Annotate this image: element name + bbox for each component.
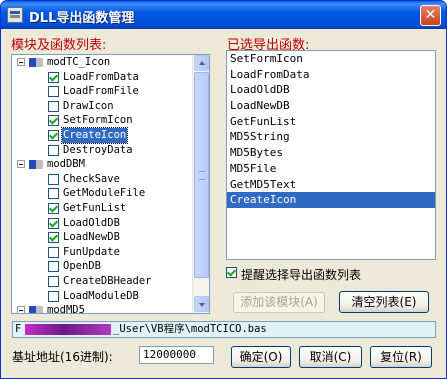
- module-icon: [29, 305, 43, 313]
- title-bar[interactable]: DLL导出函数管理 ✕: [1, 1, 446, 29]
- path-redaction: [25, 324, 111, 335]
- function-checkbox[interactable]: [48, 173, 59, 185]
- tree-function-row[interactable]: LoadFromData: [12, 70, 193, 85]
- app-icon: [7, 7, 23, 23]
- tree-item-label: CreateIcon: [60, 126, 129, 144]
- collapse-icon[interactable]: [17, 160, 25, 169]
- tree-item-label: CreateDBHeader: [63, 274, 152, 287]
- tree-function-row[interactable]: CheckSave: [12, 172, 193, 187]
- tree-function-row[interactable]: LoadModuleDB: [12, 289, 193, 304]
- collapse-icon[interactable]: [17, 58, 25, 66]
- module-function-list-label: 模块及函数列表:: [11, 38, 107, 53]
- tree-module-row[interactable]: modDBM: [12, 157, 193, 172]
- tree-content: modTC_Icon LoadFromData LoadFromFile DrawIc…: [12, 55, 193, 313]
- tree-item-label: LoadNewDB: [63, 231, 120, 244]
- tree-function-row[interactable]: LoadNewDB: [12, 230, 193, 245]
- path-prefix: F: [15, 323, 22, 335]
- function-checkbox[interactable]: [48, 275, 59, 287]
- export-list-item[interactable]: MD5File: [227, 161, 435, 177]
- tree-item-label: LoadFromFile: [63, 85, 139, 98]
- cancel-button[interactable]: 取消(C): [299, 346, 362, 368]
- tree-function-row[interactable]: DestroyData: [12, 143, 193, 158]
- reset-button[interactable]: 复位(R): [370, 346, 432, 368]
- function-checkbox[interactable]: [48, 129, 59, 141]
- export-list-item[interactable]: GetFunList: [227, 114, 435, 130]
- tree-function-row[interactable]: SetFormIcon: [12, 113, 193, 128]
- tree-item-label: GetModuleFile: [63, 187, 146, 200]
- tree-item-label: LoadOldDB: [63, 216, 120, 229]
- function-checkbox[interactable]: [48, 246, 59, 258]
- module-function-tree[interactable]: modTC_Icon LoadFromData LoadFromFile DrawIc…: [11, 54, 210, 314]
- clear-list-button[interactable]: 清空列表(E): [339, 291, 429, 313]
- tree-function-row[interactable]: DrawIcon: [12, 99, 193, 114]
- tree-item-label: modTC_Icon: [47, 56, 111, 68]
- function-checkbox[interactable]: [48, 202, 59, 214]
- export-list-item[interactable]: CreateIcon: [227, 192, 435, 208]
- tree-item-label: DrawIcon: [63, 99, 114, 112]
- add-module-button[interactable]: 添加该模块(A): [233, 292, 325, 313]
- tree-function-row[interactable]: CreateDBHeader: [12, 274, 193, 289]
- tree-function-row[interactable]: CreateIcon: [12, 126, 193, 144]
- tree-item-label: DestroyData: [63, 143, 133, 156]
- function-checkbox[interactable]: [48, 100, 59, 112]
- module-path-bar: F _User\VB程序\modTCICO.bas: [12, 321, 436, 338]
- collapse-icon[interactable]: [17, 306, 25, 313]
- export-list-item[interactable]: MD5Bytes: [227, 145, 435, 161]
- function-checkbox[interactable]: [48, 115, 59, 127]
- module-icon: [29, 159, 43, 170]
- window-title: DLL导出函数管理: [29, 11, 135, 26]
- export-list-item[interactable]: LoadOldDB: [227, 82, 435, 98]
- tree-function-row[interactable]: GetModuleFile: [12, 186, 193, 201]
- tree-function-row[interactable]: OpenDB: [12, 259, 193, 274]
- tree-item-label: OpenDB: [63, 260, 101, 273]
- dll-export-manager-window: DLL导出函数管理 ✕ 模块及函数列表: 已选导出函数: modTC_Icon L…: [0, 0, 447, 379]
- function-checkbox[interactable]: [48, 290, 59, 302]
- function-checkbox[interactable]: [48, 86, 59, 98]
- tree-item-label: CheckSave: [63, 172, 120, 185]
- export-list-item[interactable]: MD5String: [227, 129, 435, 145]
- tree-item-label: LoadModuleDB: [63, 289, 139, 302]
- close-button[interactable]: ✕: [420, 5, 441, 26]
- tree-function-row[interactable]: LoadOldDB: [12, 216, 193, 231]
- remind-checkbox[interactable]: [226, 267, 237, 278]
- tree-function-row[interactable]: FunUpdate: [12, 245, 193, 260]
- function-checkbox[interactable]: [48, 261, 59, 273]
- export-list-item[interactable]: SetFormIcon: [227, 51, 435, 67]
- tree-item-label: FunUpdate: [63, 245, 120, 258]
- scroll-up-button[interactable]: [194, 55, 209, 71]
- tree-scrollbar[interactable]: [192, 55, 209, 313]
- tree-item-label: GetFunList: [63, 201, 127, 214]
- scroll-down-button[interactable]: [194, 296, 209, 312]
- tree-item-label: modDBM: [47, 158, 85, 171]
- function-checkbox[interactable]: [48, 188, 59, 200]
- tree-item-label: LoadFromData: [63, 70, 139, 83]
- function-checkbox[interactable]: [48, 232, 59, 244]
- tree-function-row[interactable]: GetFunList: [12, 201, 193, 216]
- selected-exports-list[interactable]: SetFormIcon LoadFromData LoadOldDB LoadNewD…: [226, 50, 436, 260]
- export-list-item[interactable]: LoadNewDB: [227, 98, 435, 114]
- remind-checkbox-label: 提醒选择导出函数列表: [241, 268, 362, 282]
- base-address-input[interactable]: 12000000: [139, 346, 214, 364]
- tree-module-row[interactable]: modTC_Icon: [12, 55, 193, 70]
- tree-item-label: SetFormIcon: [63, 114, 133, 127]
- module-icon: [29, 57, 43, 68]
- tree-module-row[interactable]: modMD5: [12, 303, 193, 313]
- scroll-thumb[interactable]: [194, 72, 209, 278]
- function-checkbox[interactable]: [48, 217, 59, 229]
- export-list-item[interactable]: LoadFromData: [227, 67, 435, 83]
- module-path: _User\VB程序\modTCICO.bas: [113, 323, 267, 335]
- function-checkbox[interactable]: [48, 144, 59, 156]
- tree-item-label: modMD5: [47, 304, 85, 313]
- ok-button[interactable]: 确定(O): [231, 346, 291, 368]
- tree-function-row[interactable]: LoadFromFile: [12, 84, 193, 99]
- base-address-label: 基址地址(16进制):: [12, 350, 113, 364]
- function-checkbox[interactable]: [48, 71, 59, 83]
- export-list-item[interactable]: GetMD5Text: [227, 177, 435, 193]
